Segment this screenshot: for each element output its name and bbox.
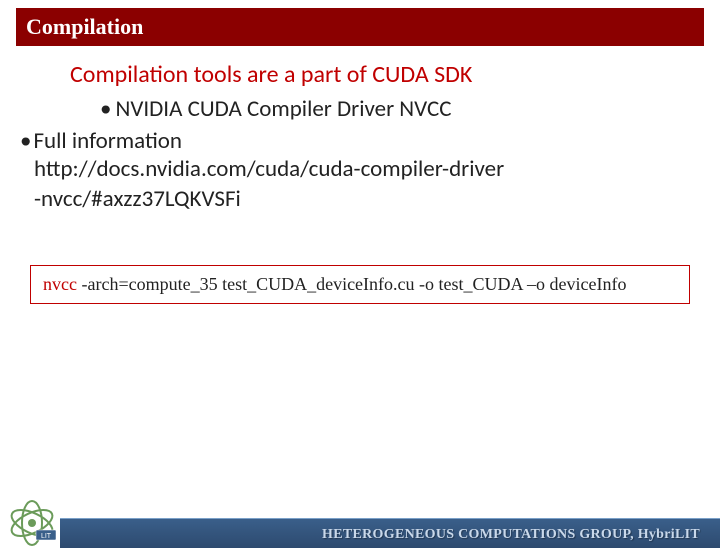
footer: LIT HETEROGENEOUS COMPUTATIONS GROUP, Hy…: [0, 504, 720, 548]
command-args: -arch=compute_35 test_CUDA_deviceInfo.cu…: [77, 274, 627, 294]
url-line-2: -nvcc/#axzz37LQKVSFi: [34, 185, 690, 215]
svg-text:LIT: LIT: [41, 533, 52, 540]
atom-logo-icon: LIT: [4, 500, 64, 546]
command-program: nvcc: [43, 274, 77, 294]
footer-text: HETEROGENEOUS COMPUTATIONS GROUP, HybriL…: [322, 527, 700, 543]
bullet-nvcc-driver: NVIDIA CUDA Compiler Driver NVCC: [100, 95, 690, 123]
subtitle: Compilation tools are a part of CUDA SDK: [70, 60, 690, 89]
url-line-1: http://docs.nvidia.com/cuda/cuda-compile…: [34, 155, 690, 185]
command-box: nvcc -arch=compute_35 test_CUDA_deviceIn…: [30, 265, 690, 304]
bullet-full-info: Full information: [20, 127, 690, 155]
slide-title: Compilation: [16, 8, 704, 46]
slide-content: Compilation tools are a part of CUDA SDK…: [0, 46, 720, 215]
